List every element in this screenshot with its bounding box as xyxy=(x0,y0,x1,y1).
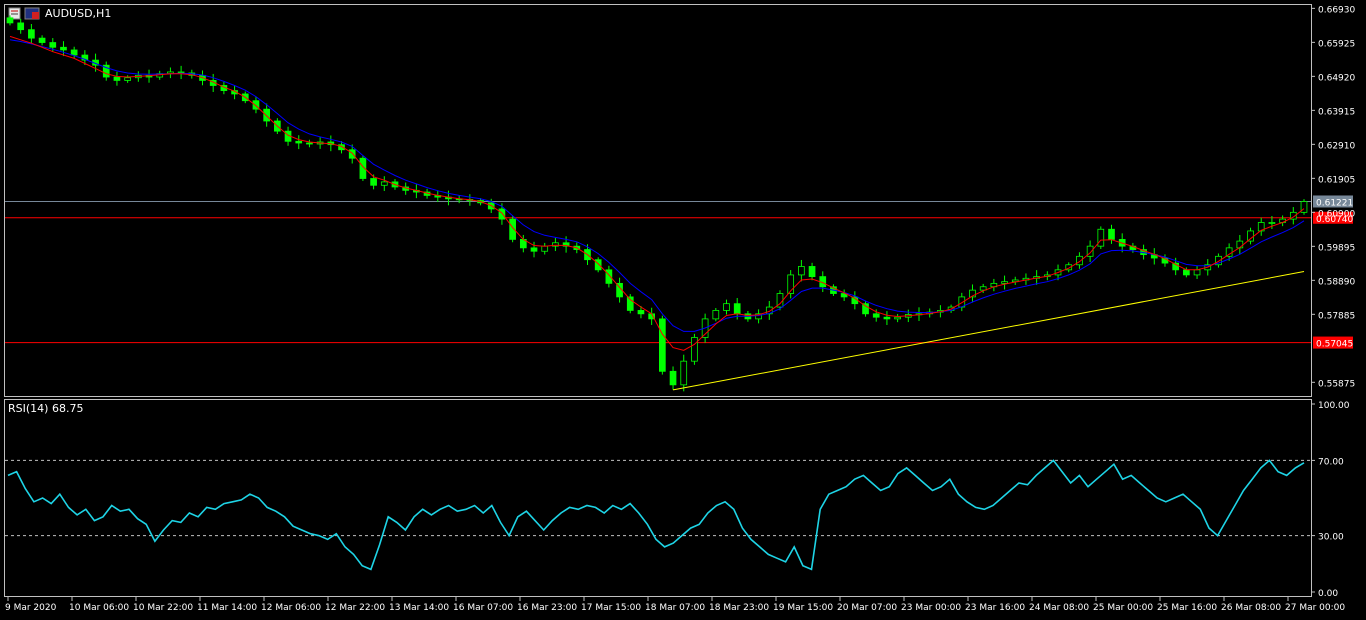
candle-body xyxy=(1001,281,1008,284)
candle-body xyxy=(124,77,131,81)
ma-slow-line xyxy=(9,39,1305,332)
time-tick-label: 18 Mar 23:00 xyxy=(709,603,769,613)
candle-body xyxy=(659,318,666,372)
price-tick-label: 0.61905 xyxy=(1318,175,1355,185)
candle-body xyxy=(733,303,741,315)
candle-body xyxy=(1183,269,1190,276)
rsi-tick-label: 70.00 xyxy=(1318,457,1344,467)
candle-body xyxy=(637,310,645,315)
time-tick-label: 24 Mar 08:00 xyxy=(1029,603,1089,613)
price-tick-label: 0.57885 xyxy=(1318,311,1355,321)
bid-label: 0.61221 xyxy=(1316,198,1353,208)
candle-body xyxy=(380,181,388,186)
time-tick-label: 19 Mar 15:00 xyxy=(773,603,833,613)
candle-body xyxy=(295,140,303,144)
time-tick-label: 23 Mar 00:00 xyxy=(901,603,961,613)
price-tick-label: 0.63915 xyxy=(1318,107,1355,117)
time-tick-label: 17 Mar 15:00 xyxy=(581,603,641,613)
rsi-panel-frame xyxy=(4,399,1312,597)
time-tick-label: 10 Mar 22:00 xyxy=(133,603,193,613)
price-tick-label: 0.55875 xyxy=(1318,379,1355,389)
candle-body xyxy=(862,303,869,315)
rsi-tick-label: 0.00 xyxy=(1318,589,1338,599)
candle-body xyxy=(6,17,14,24)
candle-body xyxy=(1097,228,1105,247)
price-tick-label: 0.62910 xyxy=(1318,141,1355,151)
time-tick-label: 16 Mar 23:00 xyxy=(517,603,577,613)
candle-body xyxy=(1268,222,1276,224)
time-tick-label: 10 Mar 06:00 xyxy=(69,603,129,613)
time-tick-label: 18 Mar 07:00 xyxy=(645,603,705,613)
ma-fast-line xyxy=(9,35,1305,351)
time-tick-label: 12 Mar 22:00 xyxy=(325,603,385,613)
candle-body xyxy=(60,46,67,51)
flag-icon xyxy=(24,7,40,20)
candle-body xyxy=(38,37,46,43)
rsi-tick-label: 30.00 xyxy=(1318,533,1344,543)
time-tick-label: 20 Mar 07:00 xyxy=(837,603,897,613)
candle-body xyxy=(348,149,356,159)
time-tick-label: 12 Mar 06:00 xyxy=(261,603,321,613)
candle-body xyxy=(669,370,677,386)
symbol-title: AUDUSD,H1 xyxy=(45,7,111,20)
time-tick-label: 25 Mar 00:00 xyxy=(1093,603,1153,613)
candle-body xyxy=(1108,228,1115,240)
candle-body xyxy=(1193,269,1201,276)
candle-body xyxy=(894,316,901,320)
candle-body xyxy=(70,49,78,56)
chart-window: AUDUSD,H1 RSI(14) 68.75 0.60740 0.57045 0.… xyxy=(0,0,1366,616)
price-tick-label: 0.59895 xyxy=(1318,243,1355,253)
candle-body xyxy=(872,313,880,318)
time-tick-label: 27 Mar 00:00 xyxy=(1285,603,1345,613)
candle-body xyxy=(17,22,25,31)
time-tick-label: 9 Mar 2020 xyxy=(5,603,57,613)
candle-body xyxy=(49,42,57,48)
price-tick-label: 0.64920 xyxy=(1318,73,1355,83)
price-tick-label: 0.65925 xyxy=(1318,39,1355,49)
candle-body xyxy=(712,310,720,320)
window-menu-icon[interactable] xyxy=(8,7,21,20)
price-tick-label: 0.58890 xyxy=(1318,277,1355,287)
rsi-title: RSI(14) 68.75 xyxy=(8,402,83,415)
candle-body xyxy=(498,208,506,220)
candle-body xyxy=(1247,230,1254,242)
candle-body xyxy=(263,108,271,122)
rsi-tick-label: 100.00 xyxy=(1318,401,1350,411)
price-tick-label: 0.60900 xyxy=(1318,209,1355,219)
price-panel-frame xyxy=(4,4,1312,397)
time-tick-label: 23 Mar 16:00 xyxy=(965,603,1025,613)
candle-body xyxy=(808,266,816,278)
rsi-line xyxy=(7,459,1305,571)
time-tick-label: 25 Mar 16:00 xyxy=(1157,603,1217,613)
candle-body xyxy=(370,178,377,186)
candle-body xyxy=(798,266,805,276)
candle-body xyxy=(691,337,698,362)
time-tick-label: 11 Mar 14:00 xyxy=(197,603,257,613)
level-label-support: 0.57045 xyxy=(1316,340,1353,350)
candle-body xyxy=(680,360,688,386)
candle-body xyxy=(723,303,730,311)
candle-body xyxy=(594,259,602,271)
time-tick-label: 26 Mar 08:00 xyxy=(1221,603,1281,613)
candle-body xyxy=(883,316,891,320)
candle-body xyxy=(28,29,35,39)
candle-body xyxy=(541,245,549,252)
candle-body xyxy=(306,142,313,145)
candle-body xyxy=(530,247,538,252)
chart-canvas[interactable]: AUDUSD,H1 RSI(14) 68.75 0.607400.570450.… xyxy=(0,0,1366,616)
time-tick-label: 13 Mar 14:00 xyxy=(389,603,449,613)
time-tick-label: 16 Mar 07:00 xyxy=(453,603,513,613)
price-tick-label: 0.66930 xyxy=(1318,5,1355,15)
candle-body xyxy=(113,76,121,81)
